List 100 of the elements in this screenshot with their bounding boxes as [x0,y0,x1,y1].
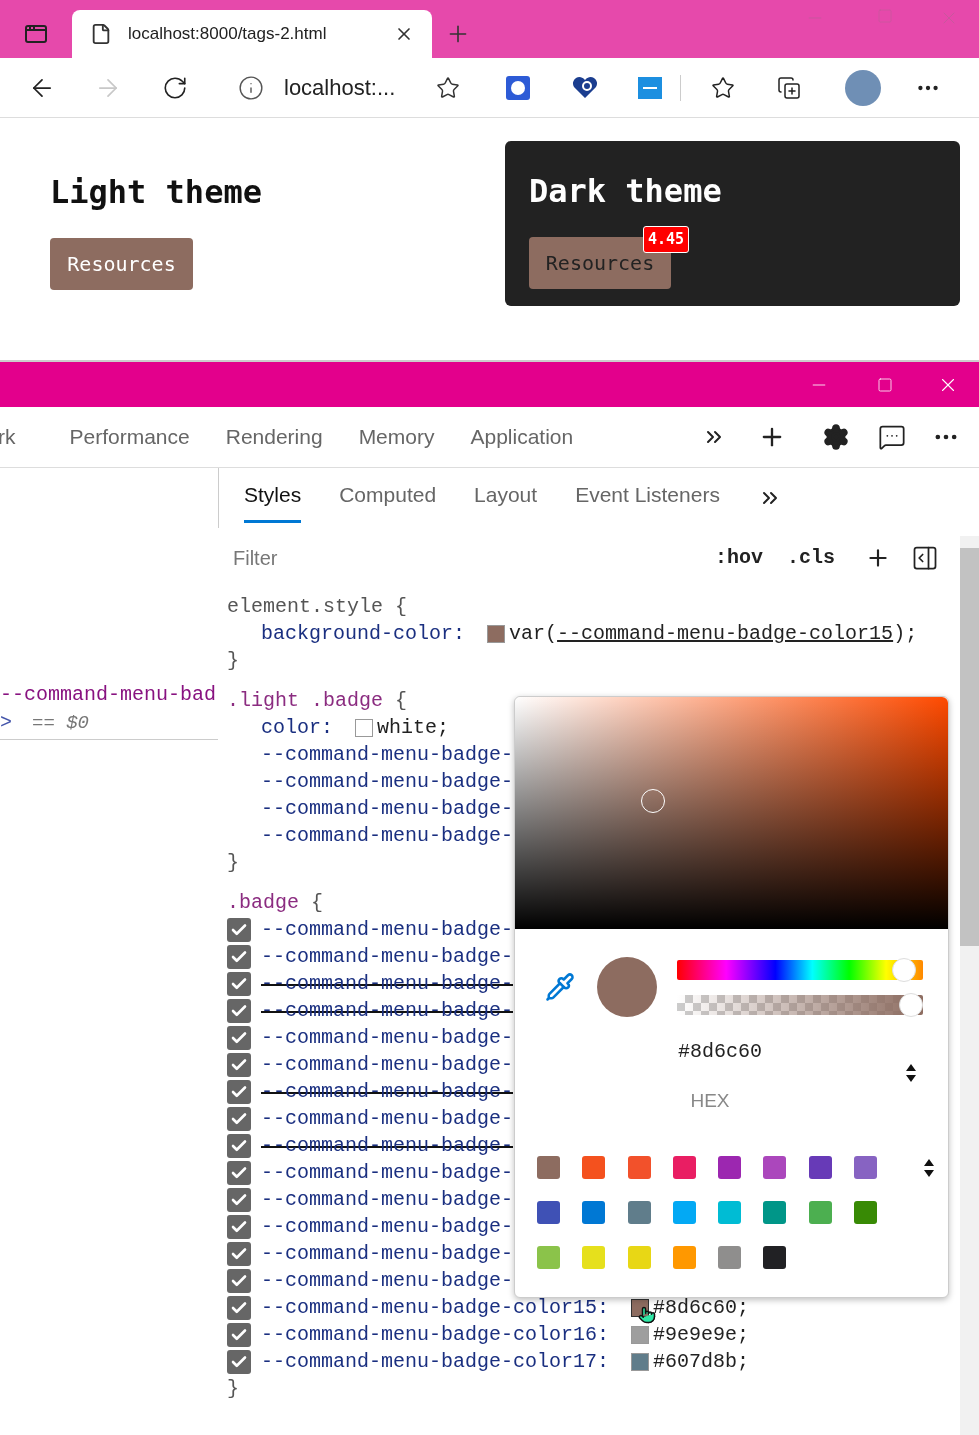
info-icon[interactable] [238,74,264,101]
heart-icon[interactable] [572,75,598,100]
css-property[interactable]: --command-menu-badge- [261,1024,514,1051]
palette-swatch[interactable] [672,1200,696,1224]
palette-swatch[interactable] [582,1200,606,1224]
star-icon[interactable] [436,75,460,100]
hue-slider[interactable] [677,957,923,982]
settings-icon[interactable] [822,423,850,451]
slider-thumb[interactable] [899,992,923,1017]
styles-tab[interactable]: Computed [339,473,437,523]
css-property[interactable]: --command-menu-badge-color16: [261,1321,610,1348]
css-property[interactable]: --command-menu-badge- [261,795,514,822]
hov-button[interactable]: :hov [714,543,763,573]
palette-swatch[interactable] [672,1155,696,1179]
panel-tab[interactable]: Rendering [225,421,323,453]
checkbox[interactable] [227,944,251,969]
checkbox[interactable] [227,1025,251,1050]
checkbox[interactable] [227,1241,251,1266]
sidebar-toggle-icon[interactable] [911,544,939,572]
variable-link[interactable]: --command-menu-badge-color15 [557,620,894,647]
checkbox[interactable] [227,1349,251,1374]
checkbox[interactable] [227,917,251,942]
checkbox[interactable] [227,1160,251,1185]
collections-icon[interactable] [777,75,801,100]
checkbox[interactable] [227,998,251,1023]
css-property[interactable]: background-color: [261,620,466,647]
css-property[interactable]: --command-menu-badge- [261,1051,514,1078]
filter-field[interactable]: Filter [233,543,715,573]
checkbox[interactable] [227,1133,251,1158]
palette-swatch[interactable] [808,1200,832,1224]
checkbox[interactable] [227,1214,251,1239]
color-spectrum[interactable] [515,697,948,929]
palette-swatch[interactable] [537,1155,560,1179]
css-property[interactable]: --command-menu-badge- [261,1240,514,1267]
css-property[interactable]: --command-menu-badge-color15: [261,1294,610,1321]
css-property[interactable]: --command-menu-badge- [261,1267,514,1294]
favorites-icon[interactable] [711,75,735,100]
palette-swatch[interactable] [537,1245,560,1269]
cls-button[interactable]: .cls [787,543,835,573]
checkbox[interactable] [227,1268,251,1293]
palette-swatch[interactable] [718,1200,741,1224]
styles-tab[interactable]: Event Listeners [575,473,720,523]
css-property[interactable]: color: [261,714,333,741]
checkbox[interactable] [227,1052,251,1077]
palette-swatch[interactable] [627,1245,651,1269]
css-property[interactable]: --command-menu-badge- [261,822,514,849]
panel-tab[interactable]: Memory [358,421,435,453]
palette-swatch[interactable] [582,1245,606,1269]
refresh-icon[interactable] [162,74,188,101]
extension-icon[interactable] [638,76,662,99]
browser-tab[interactable]: localhost:8000/tags-2.html [72,10,432,58]
styles-tab[interactable]: Styles [244,473,302,523]
color-swatch[interactable] [355,718,373,737]
palette-swatch[interactable] [763,1200,787,1224]
tab-actions-icon[interactable] [24,22,48,46]
styles-tab[interactable]: Layout [474,473,538,523]
checkbox[interactable] [227,1322,251,1347]
css-value: var( [509,621,558,647]
css-property[interactable]: --command-menu-badge- [261,916,514,943]
slider-thumb[interactable] [892,957,917,982]
panel-tab[interactable]: Application [470,421,574,453]
palette-swatch[interactable] [627,1155,651,1179]
alpha-slider[interactable] [677,992,923,1017]
color-value-field[interactable]: #8d6c60 [665,1037,775,1067]
palette-swatch[interactable] [718,1245,741,1269]
css-property[interactable]: --command-menu-badge- [261,741,514,768]
css-property[interactable]: --command-menu-badge-color17: [261,1348,610,1375]
palette-swatch[interactable] [718,1155,741,1179]
avatar[interactable] [845,69,881,106]
palette-swatch[interactable] [763,1155,787,1179]
address-bar[interactable]: localhost:... [284,71,424,104]
feedback-icon[interactable] [878,423,906,451]
css-property[interactable]: --command-menu-badge- [261,1186,514,1213]
contrast-badge: 4.45 [643,226,690,253]
color-swatch[interactable] [487,624,506,643]
css-property[interactable]: --command-menu-badge- [261,1159,514,1186]
palette-swatch[interactable] [853,1200,877,1224]
palette-swatch[interactable] [537,1200,560,1224]
color-swatch[interactable] [631,1325,650,1344]
palette-swatch[interactable] [582,1155,606,1179]
palette-swatch[interactable] [853,1155,877,1179]
css-property[interactable]: --command-menu-badge- [261,1105,514,1132]
palette-swatch[interactable] [763,1245,787,1269]
checkbox[interactable] [227,1106,251,1131]
checkbox[interactable] [227,1295,251,1320]
css-property[interactable]: --command-menu-badge- [261,943,514,970]
checkbox[interactable] [227,971,251,996]
eyedropper-icon[interactable] [545,972,575,1002]
checkbox[interactable] [227,1079,251,1104]
color-swatch[interactable] [631,1352,650,1371]
panel-tab[interactable]: Performance [69,421,190,453]
checkbox[interactable] [227,1187,251,1212]
extension-icon[interactable] [506,75,530,100]
css-property[interactable]: --command-menu-badge- [261,768,514,795]
palette-swatch[interactable] [627,1200,651,1224]
css-property[interactable]: --command-menu-badge- [261,1213,514,1240]
dom-node[interactable]: --command-menu-bad [0,681,218,709]
palette-swatch[interactable] [808,1155,832,1179]
panel-tab[interactable]: rk [0,421,16,453]
palette-swatch[interactable] [672,1245,696,1269]
